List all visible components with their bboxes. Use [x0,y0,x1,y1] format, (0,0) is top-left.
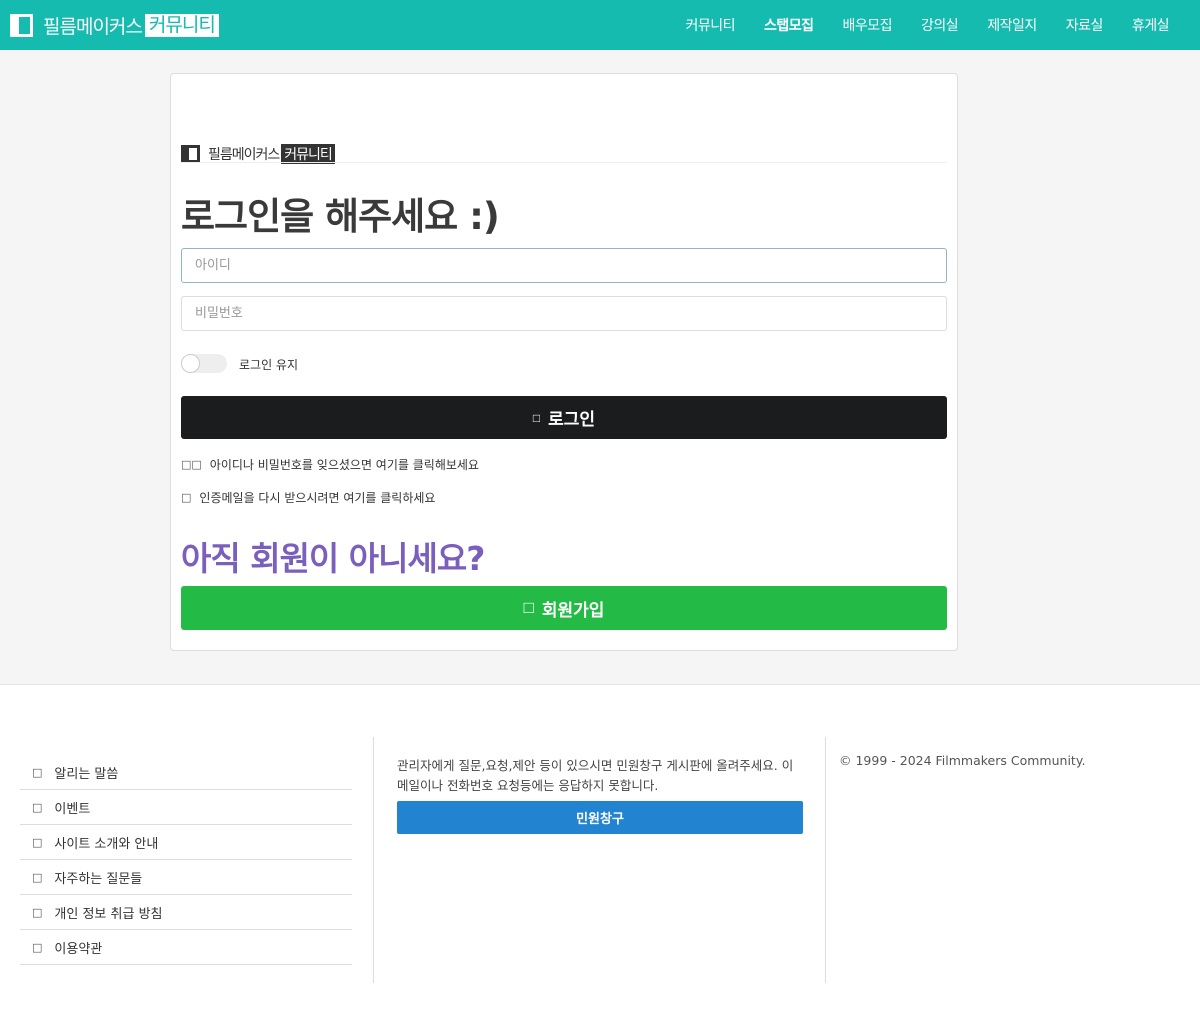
main-nav: 커뮤니티 스탭모집 배우모집 강의실 제작일지 자료실 휴게실 [656,0,1169,50]
footer-link-label: 자주하는 질문들 [54,871,143,887]
signup-button[interactable]: □ 회원가입 [181,586,947,630]
keep-login-label: 로그인 유지 [239,358,299,372]
card-logo: 필름메이커스 커뮤니티 [181,144,335,164]
footer-link-notice[interactable]: □ 알리는 말씀 [20,755,352,790]
envelope-icon: □ [181,491,192,504]
gift-icon: □ [32,800,43,814]
logo-text: 필름메이커스 [43,15,143,38]
password-input[interactable] [181,296,947,331]
card-logo-box-text: 커뮤니티 [281,144,335,164]
signup-title: 아직 회원이 아니세요? [181,539,485,578]
logo-mark-icon [181,145,200,163]
logo-box-text: 커뮤니티 [144,13,219,37]
footer-link-label: 알리는 말씀 [54,766,119,782]
toggle-knob [181,354,200,373]
shield-icon: □ [32,905,43,919]
nav-item-production-log[interactable]: 제작일지 [987,15,1037,35]
footer: □ 알리는 말씀 □ 이벤트 □ 사이트 소개와 안내 □ 자주하는 질문들 □… [0,684,1200,1035]
site-logo[interactable]: 필름메이커스 커뮤니티 [10,12,219,38]
nav-item-community[interactable]: 커뮤니티 [685,15,735,35]
nav-item-resources[interactable]: 자료실 [1066,15,1104,35]
find-account-link[interactable]: □□ 아이디나 비밀번호를 잊으셨으면 여기를 클릭해보세요 [181,456,479,473]
footer-link-terms[interactable]: □ 이용약관 [20,930,352,965]
nav-item-staff[interactable]: 스탭모집 [764,15,814,35]
login-button[interactable]: □ 로그인 [181,396,947,439]
nav-item-actors[interactable]: 배우모집 [843,15,893,35]
info-icon: □ [32,835,43,849]
login-title: 로그인을 해주세요 :) [181,195,500,238]
footer-link-label: 사이트 소개와 안내 [54,836,159,852]
footer-link-label: 이벤트 [54,801,91,817]
user-plus-icon: □ [523,598,534,617]
footer-link-event[interactable]: □ 이벤트 [20,790,352,825]
footer-link-about[interactable]: □ 사이트 소개와 안내 [20,825,352,860]
users-icon: □□ [181,458,202,471]
divider [181,162,947,163]
bullhorn-icon: □ [32,765,43,779]
copyright: © 1999 - 2024 Filmmakers Community. [839,753,1086,768]
login-card: 필름메이커스 커뮤니티 로그인을 해주세요 :) 로그인 유지 □ 로그인 □□… [170,73,958,651]
complaint-board-button[interactable]: 민원창구 [397,801,803,834]
footer-link-label: 개인 정보 취급 방침 [54,906,163,922]
resend-email-link[interactable]: □ 인증메일을 다시 받으시려면 여기를 클릭하세요 [181,489,435,506]
signup-button-label: 회원가입 [541,600,605,620]
logo-mark-icon [10,13,33,37]
footer-divider [825,737,826,983]
find-account-text: 아이디나 비밀번호를 잊으셨으면 여기를 클릭해보세요 [209,458,479,472]
footer-link-faq[interactable]: □ 자주하는 질문들 [20,860,352,895]
footer-link-privacy[interactable]: □ 개인 정보 취급 방침 [20,895,352,930]
footer-link-label: 이용약관 [54,941,103,957]
login-button-label: 로그인 [548,410,596,429]
nav-item-lounge[interactable]: 휴게실 [1132,15,1170,35]
card-logo-text: 필름메이커스 [208,147,280,163]
nav-item-lectures[interactable]: 강의실 [921,15,959,35]
question-icon: □ [32,870,43,884]
footer-links: □ 알리는 말씀 □ 이벤트 □ 사이트 소개와 안내 □ 자주하는 질문들 □… [20,755,352,965]
document-icon: □ [32,940,43,954]
username-input[interactable] [181,248,947,283]
top-navbar: 필름메이커스 커뮤니티 커뮤니티 스탭모집 배우모집 강의실 제작일지 자료실 … [0,0,1200,50]
footer-notice: 관리자에게 질문,요청,제안 등이 있으시면 민원창구 게시판에 올려주세요. … [397,758,794,793]
footer-divider [373,737,374,983]
resend-email-text: 인증메일을 다시 받으시려면 여기를 클릭하세요 [199,491,436,505]
lock-icon: □ [532,410,541,425]
keep-login-toggle[interactable] [181,354,227,373]
